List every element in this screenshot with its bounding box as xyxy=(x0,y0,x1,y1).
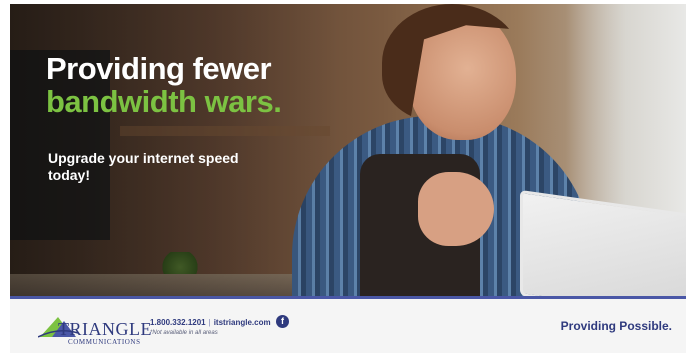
footer-bar: TRIANGLE COMMUNICATIONS 1.800.332.1201 | i… xyxy=(10,299,686,353)
headline: Providing fewer bandwidth wars. xyxy=(46,51,282,119)
subheadline: Upgrade your internet speed today! xyxy=(48,150,239,183)
facebook-icon[interactable]: f xyxy=(276,315,289,328)
person-hand xyxy=(418,172,494,246)
ad-banner: Providing fewer bandwidth wars. Upgrade … xyxy=(0,0,686,357)
logo-subtext: COMMUNICATIONS xyxy=(68,338,141,346)
availability-disclaimer: *Not available in all areas xyxy=(150,330,218,336)
logo-wordmark: TRIANGLE xyxy=(58,319,152,339)
phone-number[interactable]: 1.800.332.1201 xyxy=(150,318,206,327)
website-link[interactable]: itstriangle.com xyxy=(214,318,271,327)
contact-line: 1.800.332.1201 | itstriangle.com xyxy=(150,318,271,327)
brand-tagline: Providing Possible. xyxy=(560,319,672,333)
contact-separator: | xyxy=(208,318,211,327)
triangle-logo[interactable]: TRIANGLE COMMUNICATIONS xyxy=(38,313,151,346)
headline-line-1: Providing fewer xyxy=(46,51,272,86)
headline-line-2: bandwidth wars. xyxy=(46,84,282,119)
